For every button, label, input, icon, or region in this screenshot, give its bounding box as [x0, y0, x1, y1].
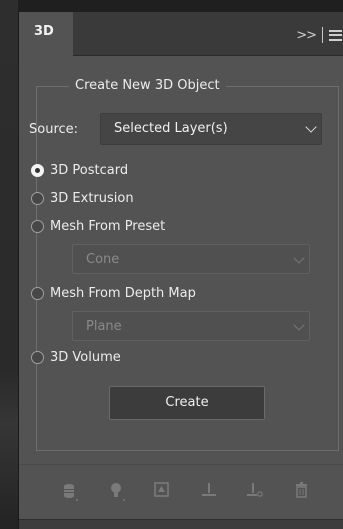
radio-button-checked[interactable]	[31, 164, 44, 177]
radio-button[interactable]	[31, 351, 44, 364]
panel-bottom-strip	[19, 519, 343, 529]
radio-3d-extrusion[interactable]: 3D Extrusion	[31, 191, 134, 206]
depthmap-select-value: Plane	[86, 319, 122, 334]
radio-label: Mesh From Preset	[50, 219, 166, 234]
radio-label: Mesh From Depth Map	[50, 286, 196, 301]
source-label: Source:	[29, 122, 79, 137]
panel-controls: >>	[296, 26, 342, 44]
3d-panel: 3D >> Create New 3D Object Source: Selec…	[18, 12, 343, 529]
group-title: Create New 3D Object	[69, 78, 226, 93]
panel-menu-icon[interactable]	[329, 29, 342, 41]
divider	[322, 27, 323, 43]
radio-button[interactable]	[31, 287, 44, 300]
camera-view-icon[interactable]	[152, 480, 172, 504]
chevron-down-icon	[293, 252, 305, 264]
trash-icon[interactable]	[292, 480, 312, 504]
radio-label: 3D Volume	[50, 350, 121, 365]
panel-tab-bar: 3D >>	[19, 12, 343, 57]
ground-plane-icon[interactable]	[200, 480, 220, 504]
ground-plane-add-icon[interactable]	[246, 480, 266, 504]
create-button[interactable]: Create	[109, 386, 265, 420]
light-bulb-icon[interactable]	[108, 480, 128, 504]
radio-3d-volume[interactable]: 3D Volume	[31, 350, 121, 365]
source-select-value: Selected Layer(s)	[114, 121, 228, 136]
radio-label: 3D Extrusion	[50, 191, 134, 206]
footer-divider	[19, 464, 343, 465]
tab-3d[interactable]: 3D	[19, 12, 73, 57]
canvas-background	[0, 0, 18, 529]
chevron-down-icon	[293, 319, 305, 331]
preset-select[interactable]: Cone	[72, 244, 310, 274]
radio-mesh-from-preset[interactable]: Mesh From Preset	[31, 219, 165, 234]
radio-mesh-from-depth-map[interactable]: Mesh From Depth Map	[31, 286, 196, 301]
database-icon[interactable]	[61, 480, 81, 504]
radio-button[interactable]	[31, 220, 44, 233]
radio-3d-postcard[interactable]: 3D Postcard	[31, 163, 128, 178]
radio-label: 3D Postcard	[50, 163, 129, 178]
depthmap-select[interactable]: Plane	[72, 311, 310, 341]
collapse-panel-icon[interactable]: >>	[296, 28, 317, 43]
chevron-down-icon	[305, 121, 317, 133]
radio-button[interactable]	[31, 192, 44, 205]
source-select[interactable]: Selected Layer(s)	[100, 113, 322, 145]
preset-select-value: Cone	[86, 252, 120, 267]
panel-footer	[19, 480, 343, 508]
